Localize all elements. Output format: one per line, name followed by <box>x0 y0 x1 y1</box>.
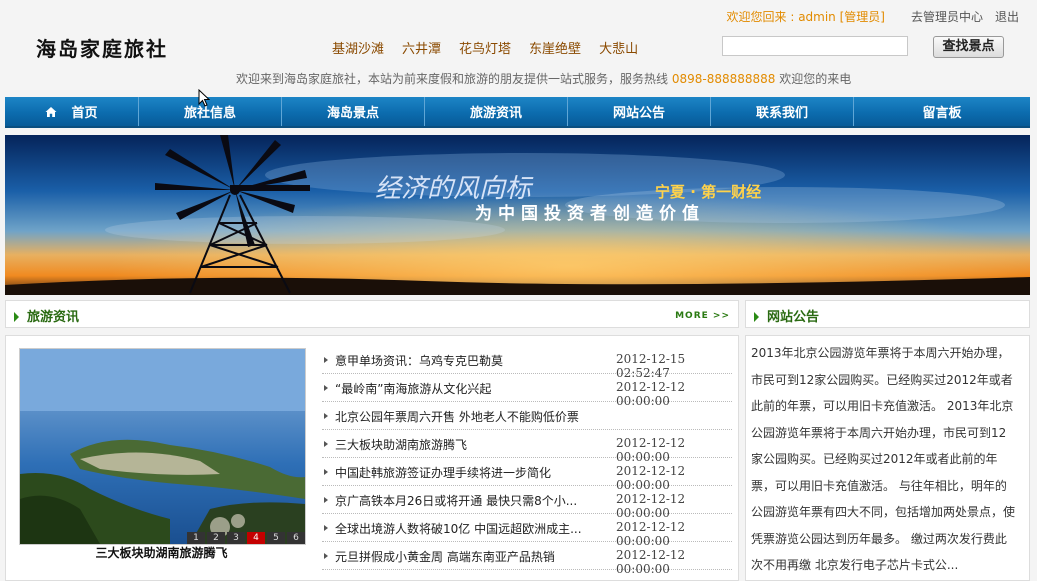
slideshow-pager: 1 2 3 4 5 6 <box>185 532 305 544</box>
mouse-cursor-icon <box>198 89 210 107</box>
slide-number-button[interactable]: 2 <box>207 532 225 544</box>
bullet-icon <box>324 413 328 419</box>
slide-number-button[interactable]: 1 <box>187 532 205 544</box>
slideshow-caption[interactable]: 三大板块助湖南旅游腾飞 <box>19 544 304 561</box>
news-item-title[interactable]: 三大板块助湖南旅游腾飞 <box>335 436 467 453</box>
news-item-title[interactable]: “最岭南”南海旅游从文化兴起 <box>335 380 491 397</box>
slide-number-button[interactable]: 6 <box>287 532 305 544</box>
site-slogan: 欢迎来到海岛家庭旅社，本站为前来度假和旅游的朋友提供一站式服务，服务热线 089… <box>236 70 851 87</box>
bullet-icon <box>324 469 328 475</box>
logout-link[interactable]: 退出 <box>995 8 1019 25</box>
admin-center-link[interactable]: 去管理员中心 <box>911 8 983 25</box>
news-item[interactable]: 意甲单场资讯：乌鸡专克巴勒莫 2012-12-15 02:52:47 <box>322 346 732 380</box>
nav-item-travel-news[interactable]: 旅游资讯 <box>425 97 568 126</box>
search-input[interactable] <box>722 36 908 56</box>
bullet-icon <box>324 385 328 391</box>
nav-item-hostel-info[interactable]: 旅社信息 <box>139 97 282 126</box>
bullet-icon <box>324 497 328 503</box>
news-slideshow[interactable]: 1 2 3 4 5 6 <box>19 348 306 545</box>
news-item-title[interactable]: 中国赴韩旅游签证办理手续将进一步简化 <box>335 464 551 481</box>
quick-link[interactable]: 花鸟灯塔 <box>459 38 511 57</box>
more-link[interactable]: MORE >> <box>675 311 730 321</box>
main-nav: 首页 旅社信息 海岛景点 旅游资讯 网站公告 联系我们 留言板 <box>5 97 1030 128</box>
hero-banner: 经济的风向标 宁夏 · 第一财经 为中国投资者创造价值 <box>5 135 1030 295</box>
bullet-icon <box>324 553 328 559</box>
nav-item-attractions[interactable]: 海岛景点 <box>282 97 425 126</box>
nav-item-label: 网站公告 <box>612 106 665 121</box>
nav-item-label: 海岛景点 <box>326 106 379 121</box>
nav-item-home[interactable]: 首页 <box>5 97 139 126</box>
nav-item-announcements[interactable]: 网站公告 <box>568 97 711 126</box>
news-item-title[interactable]: 全球出境游人数将破10亿 中国远超欧洲成主... <box>335 520 582 537</box>
notice-section-header: 网站公告 <box>745 300 1030 328</box>
quick-link[interactable]: 东崖绝壁 <box>529 38 581 57</box>
news-item-title[interactable]: 京广高铁本月26日或将开通 最快只需8个小... <box>335 492 577 509</box>
quick-link[interactable]: 基湖沙滩 <box>332 38 384 57</box>
slideshow-image <box>20 349 305 544</box>
news-list: 意甲单场资讯：乌鸡专克巴勒莫 2012-12-15 02:52:47 “最岭南”南… <box>322 346 732 576</box>
news-item[interactable]: 北京公园年票周六开售 外地老人不能购低价票 <box>322 402 732 430</box>
slogan-prefix: 欢迎来到海岛家庭旅社，本站为前来度假和旅游的朋友提供一站式服务，服务热线 <box>236 72 669 86</box>
hotline-number: 0898-888888888 <box>671 72 776 86</box>
quick-link[interactable]: 六井潭 <box>402 38 441 57</box>
news-panel: 1 2 3 4 5 6 三大板块助湖南旅游腾飞 意甲单场资讯：乌鸡专克巴勒莫 20… <box>5 335 739 581</box>
search-button[interactable]: 查找景点 <box>933 36 1004 58</box>
news-item-title[interactable]: 元旦拼假成小黄金周 高端东南亚产品热销 <box>335 548 555 565</box>
news-item[interactable]: 元旦拼假成小黄金周 高端东南亚产品热销 2012-12-12 00:00:00 <box>322 542 732 576</box>
bullet-icon <box>324 357 328 363</box>
section-title: 旅游资讯 <box>14 306 79 325</box>
news-item[interactable]: 全球出境游人数将破10亿 中国远超欧洲成主... 2012-12-12 00:00… <box>322 514 732 548</box>
nav-item-contact[interactable]: 联系我们 <box>711 97 854 126</box>
banner-image: 经济的风向标 宁夏 · 第一财经 为中国投资者创造价值 <box>5 135 1030 295</box>
news-item-date: 2012-12-12 00:00:00 <box>616 548 686 576</box>
nav-item-label: 留言板 <box>922 106 962 121</box>
slogan-suffix: 欢迎您的来电 <box>779 72 852 86</box>
banner-subline: 为中国投资者创造价值 <box>475 203 705 224</box>
nav-item-label: 旅游资讯 <box>469 106 522 121</box>
quick-links: 基湖沙滩 六井潭 花鸟灯塔 东崖绝壁 大悲山 <box>332 38 638 57</box>
banner-highlight: 宁夏 · 第一财经 <box>655 183 761 201</box>
slide-number-button[interactable]: 5 <box>267 532 285 544</box>
news-item[interactable]: 三大板块助湖南旅游腾飞 2012-12-12 00:00:00 <box>322 430 732 464</box>
notice-panel: 2013年北京公园游览年票将于本周六开始办理，市民可到12家公园购买。已经购买过… <box>745 335 1030 581</box>
news-item[interactable]: “最岭南”南海旅游从文化兴起 2012-12-12 00:00:00 <box>322 374 732 408</box>
news-item[interactable]: 中国赴韩旅游签证办理手续将进一步简化 2012-12-12 00:00:00 <box>322 458 732 492</box>
news-item[interactable]: 京广高铁本月26日或将开通 最快只需8个小... 2012-12-12 00:00… <box>322 486 732 520</box>
news-section-header: 旅游资讯 MORE >> <box>5 300 739 328</box>
home-icon <box>45 106 57 117</box>
news-section-title: 旅游资讯 <box>27 310 80 325</box>
quick-link[interactable]: 大悲山 <box>599 38 638 57</box>
slide-number-button-active[interactable]: 4 <box>247 532 265 544</box>
arrow-right-icon <box>754 311 759 322</box>
arrow-right-icon <box>14 311 19 322</box>
slide-number-button[interactable]: 3 <box>227 532 245 544</box>
site-logo[interactable]: 海岛家庭旅社 <box>36 33 168 62</box>
section-title: 网站公告 <box>754 306 819 325</box>
nav-item-label: 联系我们 <box>755 106 808 121</box>
welcome-text: 欢迎您回来 : admin [管理员] <box>726 9 885 24</box>
bullet-icon <box>324 525 328 531</box>
news-item-title[interactable]: 北京公园年票周六开售 外地老人不能购低价票 <box>335 408 579 425</box>
news-item-title[interactable]: 意甲单场资讯：乌鸡专克巴勒莫 <box>335 352 503 369</box>
top-user-bar: 欢迎您回来 : admin [管理员] 去管理员中心 退出 <box>727 6 1019 26</box>
nav-item-guestbook[interactable]: 留言板 <box>854 97 1030 126</box>
bullet-icon <box>324 441 328 447</box>
banner-headline: 经济的风向标 <box>375 174 534 204</box>
nav-item-label: 首页 <box>71 106 98 121</box>
notice-section-title: 网站公告 <box>767 310 820 325</box>
notice-text: 2013年北京公园游览年票将于本周六开始办理，市民可到12家公园购买。已经购买过… <box>751 346 1016 572</box>
